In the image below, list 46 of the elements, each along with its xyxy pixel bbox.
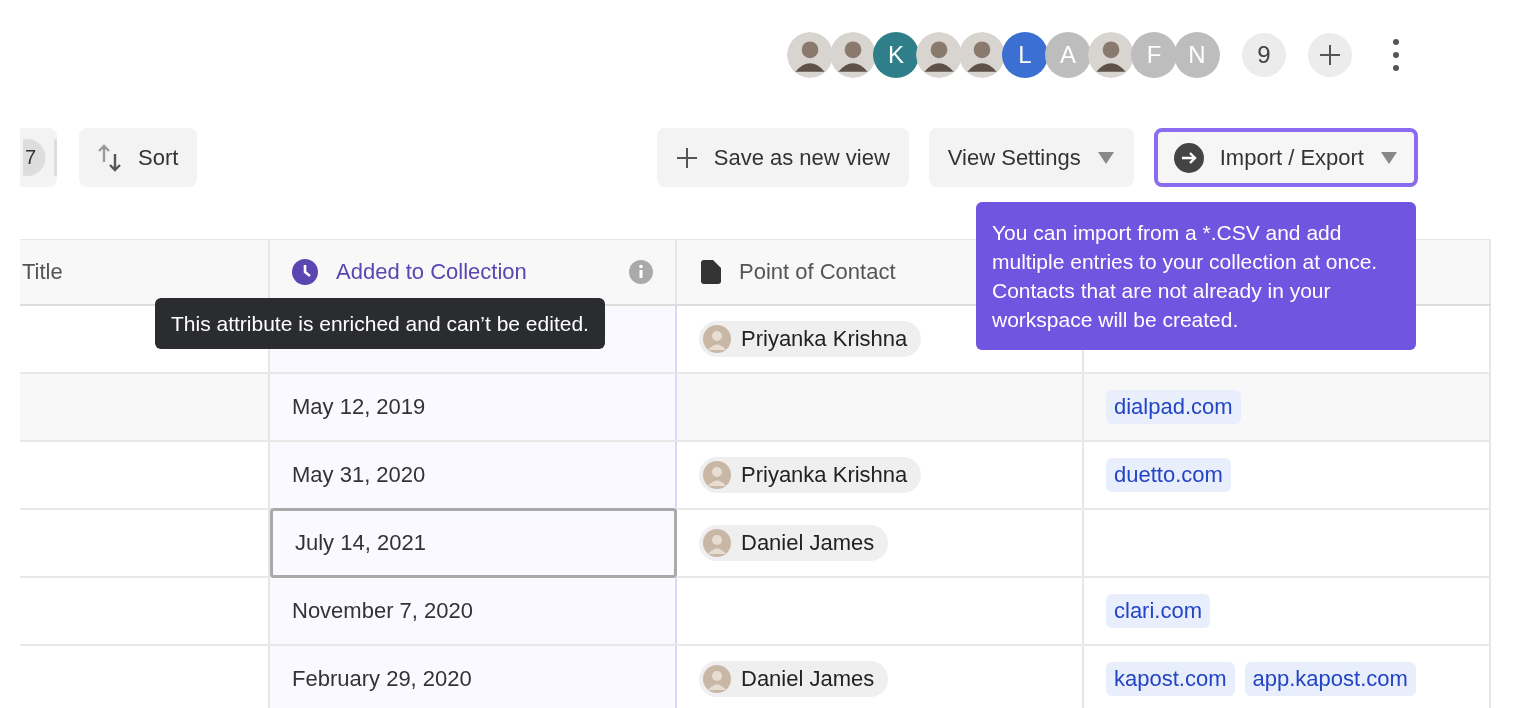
column-header[interactable]: Point of Contact — [739, 259, 896, 285]
document-icon — [699, 260, 721, 284]
domain-tag[interactable]: kapost.com — [1106, 662, 1235, 696]
date-cell[interactable]: May 31, 2020 — [292, 462, 426, 488]
filter-count-button[interactable]: 7 — [20, 128, 57, 187]
save-view-button[interactable]: Save as new view — [656, 128, 909, 187]
contact-chip[interactable]: Priyanka Krishna — [699, 457, 922, 493]
avatar-placeholder — [703, 325, 731, 353]
avatar-placeholder — [703, 461, 731, 489]
contact-chip[interactable]: Daniel James — [699, 525, 889, 561]
import-tooltip: You can import from a *.CSV and add multiple entries to your collection at once. Contacts that are not already in your workspace will be created. — [976, 202, 1416, 350]
avatar-placeholder[interactable] — [830, 32, 876, 78]
date-cell[interactable]: May 12, 2019 — [292, 394, 426, 420]
arrow-circle-icon — [1173, 142, 1204, 173]
avatar-placeholder[interactable] — [959, 32, 1005, 78]
member-count[interactable]: 9 — [1242, 33, 1286, 77]
sort-icon — [98, 143, 122, 172]
sort-button[interactable]: Sort — [79, 128, 198, 187]
view-settings-button[interactable]: View Settings — [928, 128, 1134, 187]
domain-tag[interactable]: clari.com — [1106, 594, 1210, 628]
avatar-placeholder[interactable] — [787, 32, 833, 78]
date-cell[interactable]: February 29, 2020 — [292, 666, 472, 692]
plus-icon — [1319, 44, 1341, 66]
member-avatar[interactable]: L — [1002, 32, 1048, 78]
enriched-tooltip: This attribute is enriched and can’t be edited. — [155, 298, 605, 349]
avatar-placeholder — [703, 665, 731, 693]
domain-tag[interactable]: dialpad.com — [1106, 390, 1241, 424]
clock-icon — [292, 259, 318, 285]
domain-tag[interactable]: app.kapost.com — [1244, 662, 1416, 696]
column-header[interactable]: Added to Collection — [336, 259, 527, 285]
domain-tag[interactable]: duetto.com — [1106, 458, 1231, 492]
add-member-button[interactable] — [1308, 33, 1352, 77]
date-cell[interactable]: November 7, 2020 — [292, 598, 473, 624]
caret-icon — [1096, 150, 1115, 165]
more-icon[interactable] — [1392, 38, 1400, 72]
date-cell[interactable]: July 14, 2021 — [270, 508, 677, 578]
caret-icon — [1380, 150, 1398, 165]
contact-chip[interactable]: Daniel James — [699, 661, 889, 697]
plus-icon — [675, 146, 698, 169]
member-avatar[interactable]: K — [873, 32, 919, 78]
contact-chip[interactable]: Priyanka Krishna — [699, 321, 922, 357]
avatar-placeholder[interactable] — [1088, 32, 1134, 78]
column-header[interactable]: Title — [22, 259, 63, 285]
import-export-button[interactable]: Import / Export — [1153, 128, 1418, 187]
avatar-placeholder[interactable] — [916, 32, 962, 78]
avatar-placeholder — [703, 529, 731, 557]
